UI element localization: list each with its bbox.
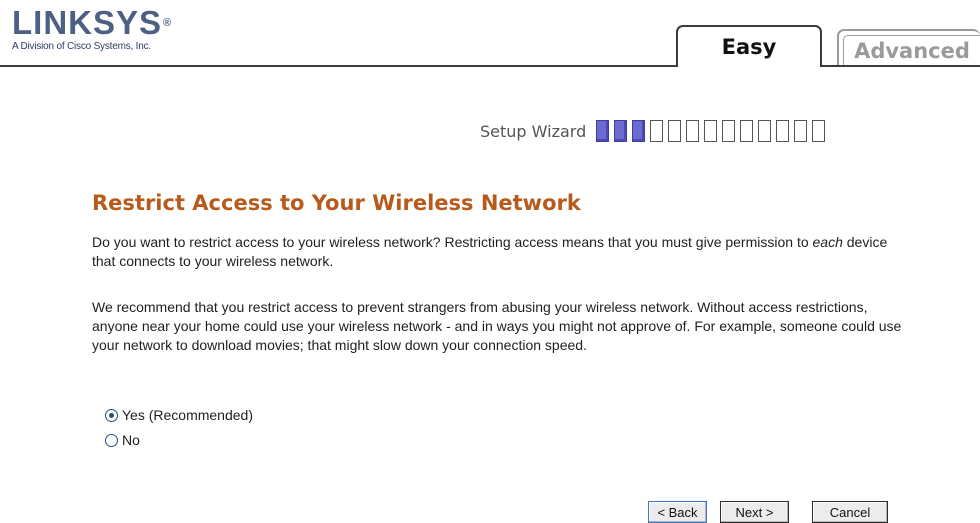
recommendation-paragraph: We recommend that you restrict access to… <box>92 299 902 353</box>
wizard-step <box>686 120 700 142</box>
back-button[interactable]: < Back <box>648 501 707 523</box>
emphasis-each: each <box>812 234 843 250</box>
option-no[interactable]: No <box>105 432 140 448</box>
wizard-step <box>632 120 646 142</box>
tab-advanced[interactable]: Advanced <box>837 29 980 65</box>
option-yes[interactable]: Yes (Recommended) <box>105 407 253 423</box>
wizard-steps <box>596 120 830 142</box>
tab-easy[interactable]: Easy <box>676 25 822 67</box>
next-button[interactable]: Next > <box>720 501 789 523</box>
tab-advanced-label: Advanced <box>843 35 980 65</box>
wizard-step <box>668 120 682 142</box>
wizard-step <box>794 120 808 142</box>
option-no-label: No <box>122 432 140 448</box>
header-divider <box>0 65 980 67</box>
wizard-step <box>650 120 664 142</box>
wizard-step <box>614 120 628 142</box>
wizard-step <box>758 120 772 142</box>
logo-wordmark: LINKSYS® <box>12 4 173 41</box>
wizard-step <box>722 120 736 142</box>
option-yes-label: Yes (Recommended) <box>122 407 253 423</box>
linksys-logo: LINKSYS® A Division of Cisco Systems, In… <box>12 4 272 52</box>
wizard-step <box>776 120 790 142</box>
wizard-step <box>812 120 826 142</box>
intro-paragraph: Do you want to restrict access to your w… <box>92 234 888 269</box>
page-title: Restrict Access to Your Wireless Network <box>92 191 581 215</box>
radio-no[interactable] <box>105 433 118 447</box>
wizard-step <box>596 120 610 142</box>
cancel-button[interactable]: Cancel <box>812 501 888 523</box>
radio-yes[interactable] <box>105 408 118 422</box>
wizard-step <box>740 120 754 142</box>
logo-subtitle: A Division of Cisco Systems, Inc. <box>12 41 152 52</box>
wizard-label: Setup Wizard <box>480 121 587 141</box>
wizard-step <box>704 120 718 142</box>
setup-wizard-progress: Setup Wizard <box>480 118 830 144</box>
